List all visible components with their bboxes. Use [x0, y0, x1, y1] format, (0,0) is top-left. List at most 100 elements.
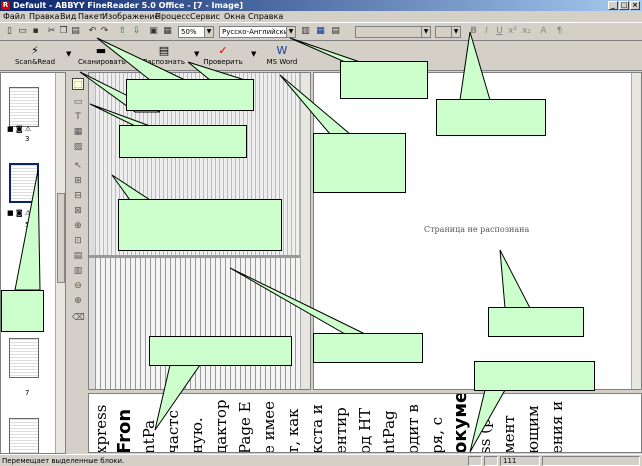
- tool-icon-12[interactable]: ▥: [72, 265, 84, 277]
- image-scrollbar[interactable]: [300, 73, 310, 389]
- menu-bar: Файл Правка Вид Пакет Изображение Процес…: [0, 11, 642, 22]
- maximize-button[interactable]: □: [619, 1, 629, 10]
- zoomed-text: xpress Fron ntPa частс ную. дактор Page …: [89, 394, 569, 453]
- menu-help[interactable]: Справка: [248, 12, 283, 21]
- menu-service[interactable]: Сервис: [190, 12, 220, 21]
- tool-icon-7[interactable]: ⊟: [72, 190, 84, 202]
- thumbnail-scrollbar[interactable]: [55, 73, 65, 453]
- style-select[interactable]: ▼: [355, 26, 431, 38]
- callout-box: [118, 199, 282, 251]
- zoom-in-icon[interactable]: ⊕: [72, 295, 84, 307]
- chevron-down-icon[interactable]: ▼: [421, 27, 430, 37]
- status-icons: ■ ◙ ⚠: [7, 125, 32, 133]
- zoom-column: Fron: [114, 408, 135, 453]
- word-icon: W: [276, 44, 288, 57]
- picture-block-icon[interactable]: ▨: [72, 141, 84, 153]
- zoom-column: ентир: [332, 407, 350, 453]
- chevron-down-icon[interactable]: ▼: [66, 50, 71, 58]
- menu-windows[interactable]: Окна: [224, 12, 245, 21]
- thumbnail-panel: ■ ◙ ⚠ 3 ■ ◙ ⚠ 5 7: [0, 72, 66, 454]
- subscript-icon[interactable]: x₂: [521, 26, 532, 37]
- arrow-up-icon[interactable]: ⇧: [117, 26, 128, 37]
- scan-read-button[interactable]: ⚡ Scan&Read: [14, 44, 56, 69]
- zoom-out-icon[interactable]: ⊖: [72, 280, 84, 292]
- chevron-down-icon[interactable]: ▼: [286, 27, 295, 37]
- font-size-select[interactable]: ▼: [435, 26, 461, 38]
- copy-icon[interactable]: ❐: [58, 26, 69, 37]
- open-icon[interactable]: ▭: [17, 26, 28, 37]
- menu-image[interactable]: Изображение: [102, 12, 160, 21]
- status-cell: [542, 456, 640, 466]
- chevron-down-icon[interactable]: ▼: [451, 27, 460, 37]
- menu-file[interactable]: Файл: [3, 12, 25, 21]
- view-icon-2[interactable]: ▦: [315, 26, 326, 37]
- zoom-column: мент: [500, 415, 518, 453]
- new-icon[interactable]: ▯: [4, 26, 15, 37]
- page-thumbnail[interactable]: [9, 338, 39, 378]
- recognize-area-icon[interactable]: ▭: [72, 96, 84, 108]
- tool-icon-9[interactable]: ⊕: [72, 220, 84, 232]
- zoom-column: частс: [164, 410, 182, 453]
- superscript-icon[interactable]: x²: [507, 26, 518, 37]
- close-button[interactable]: ×: [630, 1, 640, 10]
- text-scrollbar[interactable]: [631, 73, 641, 389]
- paste-icon[interactable]: ▤: [70, 26, 81, 37]
- pointer-icon[interactable]: ↖: [72, 160, 84, 172]
- view-icon-1[interactable]: ▥: [300, 26, 311, 37]
- zoom-column: кста и: [308, 404, 326, 453]
- status-cell: [484, 456, 498, 466]
- zoom-select[interactable]: 50% ▼: [178, 26, 214, 38]
- text-block-icon[interactable]: T: [72, 111, 84, 123]
- italic-icon[interactable]: I: [481, 26, 492, 37]
- underline-icon[interactable]: U: [494, 26, 505, 37]
- ms-word-button[interactable]: W MS Word: [263, 44, 301, 69]
- tool-icon-6[interactable]: ⊞: [72, 175, 84, 187]
- scanned-page-image-lower: [95, 258, 301, 389]
- scan-button[interactable]: ▬ Сканировать: [78, 44, 126, 69]
- check-button[interactable]: ✓ Проверить: [203, 44, 243, 69]
- status-text: Перемещает выделенные блоки.: [2, 457, 125, 465]
- window-title: Default - ABBYY FineReader 5.0 Office - …: [13, 1, 243, 10]
- save-icon[interactable]: ▪: [30, 26, 41, 37]
- chevron-down-icon[interactable]: ▼: [204, 27, 213, 37]
- select-block-icon[interactable]: ⬚: [72, 78, 84, 90]
- not-recognized-message: Страница не распознана: [424, 225, 530, 234]
- callout-box: [313, 333, 423, 363]
- tool-icon-8[interactable]: ⊠: [72, 205, 84, 217]
- zoom-pane[interactable]: xpress Fron ntPa частс ную. дактор Page …: [88, 393, 642, 453]
- view-icon-3[interactable]: ▤: [330, 26, 341, 37]
- page-number: 5: [25, 221, 30, 229]
- chevron-down-icon[interactable]: ▼: [251, 50, 256, 58]
- tool-icon-10[interactable]: ⊡: [72, 235, 84, 247]
- callout-box: [1, 290, 44, 332]
- recognize-icon: ▤: [158, 44, 170, 57]
- menu-batch[interactable]: Пакет: [78, 12, 103, 21]
- minimize-button[interactable]: _: [608, 1, 618, 10]
- font-icon[interactable]: A: [538, 26, 549, 37]
- bold-icon[interactable]: B: [468, 26, 479, 37]
- cut-icon[interactable]: ✂: [46, 26, 57, 37]
- callout-box: [474, 361, 595, 391]
- tool-icon-11[interactable]: ▤: [72, 250, 84, 262]
- paragraph-icon[interactable]: ¶: [554, 26, 565, 37]
- language-select[interactable]: Русско-Английский ▼: [219, 26, 296, 38]
- page-thumbnail-selected[interactable]: [9, 163, 39, 203]
- scan-read-icon: ⚡: [31, 44, 39, 57]
- zoom-column: ря, с: [428, 416, 446, 453]
- undo-icon[interactable]: ↶: [87, 26, 98, 37]
- eraser-icon[interactable]: ⌫: [72, 312, 85, 324]
- props-icon[interactable]: ▦: [162, 26, 173, 37]
- table-block-icon[interactable]: ▦: [72, 126, 84, 138]
- arrow-down-icon[interactable]: ⇩: [131, 26, 142, 37]
- chevron-down-icon[interactable]: ▼: [194, 50, 199, 58]
- menu-edit[interactable]: Правка: [29, 12, 59, 21]
- recognize-button[interactable]: ▤ Распознать: [142, 44, 186, 69]
- page-thumbnail[interactable]: [9, 418, 39, 453]
- menu-view[interactable]: Вид: [60, 12, 76, 21]
- callout-box: [126, 79, 254, 111]
- menu-process[interactable]: Процесс: [155, 12, 190, 21]
- page-thumbnail[interactable]: [9, 87, 39, 127]
- page-icon[interactable]: ▣: [148, 26, 159, 37]
- zoom-column: xpress: [92, 404, 110, 453]
- redo-icon[interactable]: ↷: [99, 26, 110, 37]
